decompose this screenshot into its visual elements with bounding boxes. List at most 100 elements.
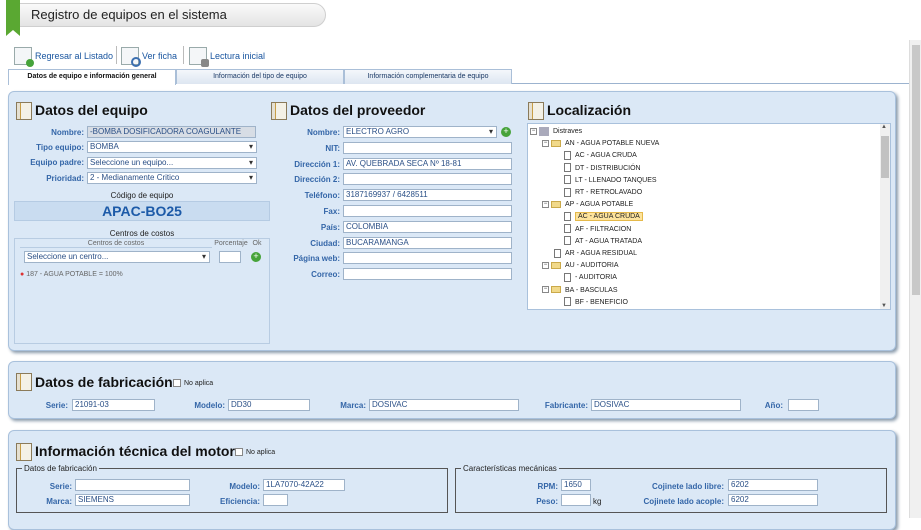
scroll-thumb[interactable] <box>881 136 889 178</box>
file-icon <box>564 187 571 197</box>
tree-root-icon <box>539 126 549 136</box>
supplier-field-input[interactable] <box>343 173 512 186</box>
mechanical-legend: Características mecánicas <box>461 464 559 473</box>
manufacturer-field[interactable]: DOSIVAC <box>591 399 741 411</box>
cost-center-select[interactable]: Seleccione un centro... <box>24 251 210 263</box>
supplier-field-label: Correo: <box>311 270 340 280</box>
equipment-type-select[interactable]: BOMBA <box>87 141 257 153</box>
coupling-bearing-label: Cojinete lado acople: <box>643 497 724 506</box>
folder-icon <box>551 200 561 208</box>
not-applicable-label: No aplica <box>184 380 214 387</box>
page-scroll-thumb[interactable] <box>912 45 920 295</box>
tree-node[interactable]: − AU - AUDITORIA <box>542 260 619 271</box>
motor-serial-field[interactable] <box>75 479 190 491</box>
ok-col: Ok <box>252 240 262 247</box>
efficiency-label: Eficiencia: <box>219 497 260 506</box>
brand-field[interactable]: DOSIVAC <box>369 399 519 411</box>
tree-node[interactable]: AT - AGUA TRATADA <box>564 236 642 247</box>
tree-node-label: AU - AUDITORIA <box>565 262 619 270</box>
add-supplier-icon[interactable]: + <box>501 127 511 137</box>
percentage-input[interactable] <box>219 251 241 263</box>
location-tree[interactable]: − Distraves − AN - AGUA POTABLE NUEVA AC - A… <box>527 123 891 310</box>
initial-reading-button[interactable]: Lectura inicial <box>189 46 266 67</box>
manufacturer-label: Fabricante: <box>544 401 588 410</box>
supplier-field-label: NIT: <box>325 143 340 153</box>
priority-select[interactable]: 2 - Medianamente Critico <box>87 172 257 184</box>
tree-node[interactable]: − BA - BASCULAS <box>542 285 618 296</box>
meter-icon <box>189 47 209 67</box>
tree-scrollbar[interactable]: ▲ ▼ <box>880 124 890 309</box>
bullet-icon: ● <box>20 271 25 278</box>
scroll-down-icon[interactable]: ▼ <box>881 303 887 309</box>
folder-icon <box>551 261 561 269</box>
efficiency-field[interactable] <box>263 494 288 506</box>
supplier-field-input[interactable] <box>343 141 512 154</box>
scroll-up-icon[interactable]: ▲ <box>881 124 887 130</box>
code-label: Código de equipo <box>110 191 174 200</box>
tree-node[interactable]: − Distraves <box>530 126 582 137</box>
supplier-field-label: Dirección 1: <box>294 159 340 169</box>
tree-node[interactable]: AF - FILTRACION <box>564 224 631 235</box>
serial-field[interactable]: 21091-03 <box>72 399 155 411</box>
file-icon <box>564 236 571 246</box>
model-field[interactable]: DD30 <box>228 399 310 411</box>
tree-node[interactable]: AC - AGUA CRUDA <box>564 211 643 222</box>
tree-node[interactable]: AR - AGUA RESIDUAL <box>554 248 637 259</box>
free-bearing-field[interactable]: 6202 <box>728 479 818 491</box>
supplier-field-label: Página web: <box>293 254 340 264</box>
tab-equipment-type[interactable]: Información del tipo de equipo <box>176 69 344 84</box>
model-label: Modelo: <box>194 401 225 410</box>
percentage-col: Porcentaje <box>214 240 248 247</box>
add-cost-center-icon[interactable]: + <box>251 252 261 262</box>
tree-node-label: RT - RETROLAVADO <box>575 189 643 196</box>
file-icon <box>564 273 571 283</box>
tree-node[interactable]: RT - RETROLAVADO <box>564 187 642 198</box>
supplier-field-label: País: <box>320 222 340 232</box>
tree-node[interactable]: − AN - AGUA POTABLE NUEVA <box>542 138 659 149</box>
bookmark-icon <box>6 0 20 36</box>
rpm-field[interactable]: 1650 <box>561 479 591 491</box>
not-applicable-checkbox[interactable] <box>173 379 181 387</box>
tab-complementary[interactable]: Información complementaria de equipo <box>344 69 512 84</box>
tree-node[interactable]: DT - DISTRIBUCIÓN <box>564 163 641 174</box>
tab-general[interactable]: Datos de equipo e información general <box>8 69 176 85</box>
weight-unit: kg <box>593 497 602 506</box>
tree-node-label: AC - AGUA CRUDA <box>575 212 643 222</box>
book-icon <box>16 443 32 461</box>
view-label: Ver ficha <box>142 51 178 61</box>
supplier-field-input[interactable]: 3187169937 / 6428511 <box>343 189 512 202</box>
file-icon <box>564 224 571 234</box>
motor-not-applicable-checkbox[interactable] <box>235 448 243 456</box>
supplier-field-input[interactable]: ELECTRO AGRO <box>343 126 497 138</box>
tree-node[interactable]: AC - AGUA CRUDA <box>564 150 637 161</box>
motor-serial-label: Serie: <box>49 482 72 491</box>
coupling-bearing-field[interactable]: 6202 <box>728 494 818 506</box>
year-label: Año: <box>764 401 783 410</box>
tree-node[interactable]: LT - LLENADO TANQUES <box>564 175 657 186</box>
supplier-field-input[interactable]: AV. QUEBRADA SECA Nº 18-81 <box>343 157 512 170</box>
motor-model-field[interactable]: 1LA7070-42A22 <box>263 479 345 491</box>
tree-node[interactable]: − AP - AGUA POTABLE <box>542 199 633 210</box>
book-icon <box>16 373 32 391</box>
reading-label: Lectura inicial <box>210 51 266 61</box>
back-to-list-button[interactable]: Regresar al Listado <box>14 46 113 67</box>
supplier-field-input[interactable] <box>343 268 512 281</box>
parent-equipment-select[interactable]: Seleccione un equipo... <box>87 157 257 169</box>
supplier-field-input[interactable] <box>343 205 512 217</box>
supplier-field-input[interactable] <box>343 252 512 265</box>
year-field[interactable] <box>788 399 819 411</box>
parent-label: Equipo padre: <box>30 158 84 167</box>
supplier-field-input[interactable]: BUCARAMANGA <box>343 236 512 249</box>
view-sheet-button[interactable]: Ver ficha <box>121 46 178 67</box>
file-icon <box>564 163 571 173</box>
page-scrollbar[interactable] <box>909 40 921 518</box>
tree-node[interactable]: BF - BENEFICIO <box>564 297 628 308</box>
file-icon <box>564 151 571 161</box>
weight-field[interactable] <box>561 494 591 506</box>
equipment-name-field[interactable]: -BOMBA DOSIFICADORA COAGULANTE <box>87 126 256 138</box>
supplier-field-input[interactable]: COLOMBIA <box>343 220 512 233</box>
folder-icon <box>551 286 561 294</box>
tree-node[interactable]: - AUDITORIA <box>564 272 617 283</box>
tree-node-label: AP - AGUA POTABLE <box>565 201 634 209</box>
motor-brand-field[interactable]: SIEMENS <box>75 494 190 506</box>
